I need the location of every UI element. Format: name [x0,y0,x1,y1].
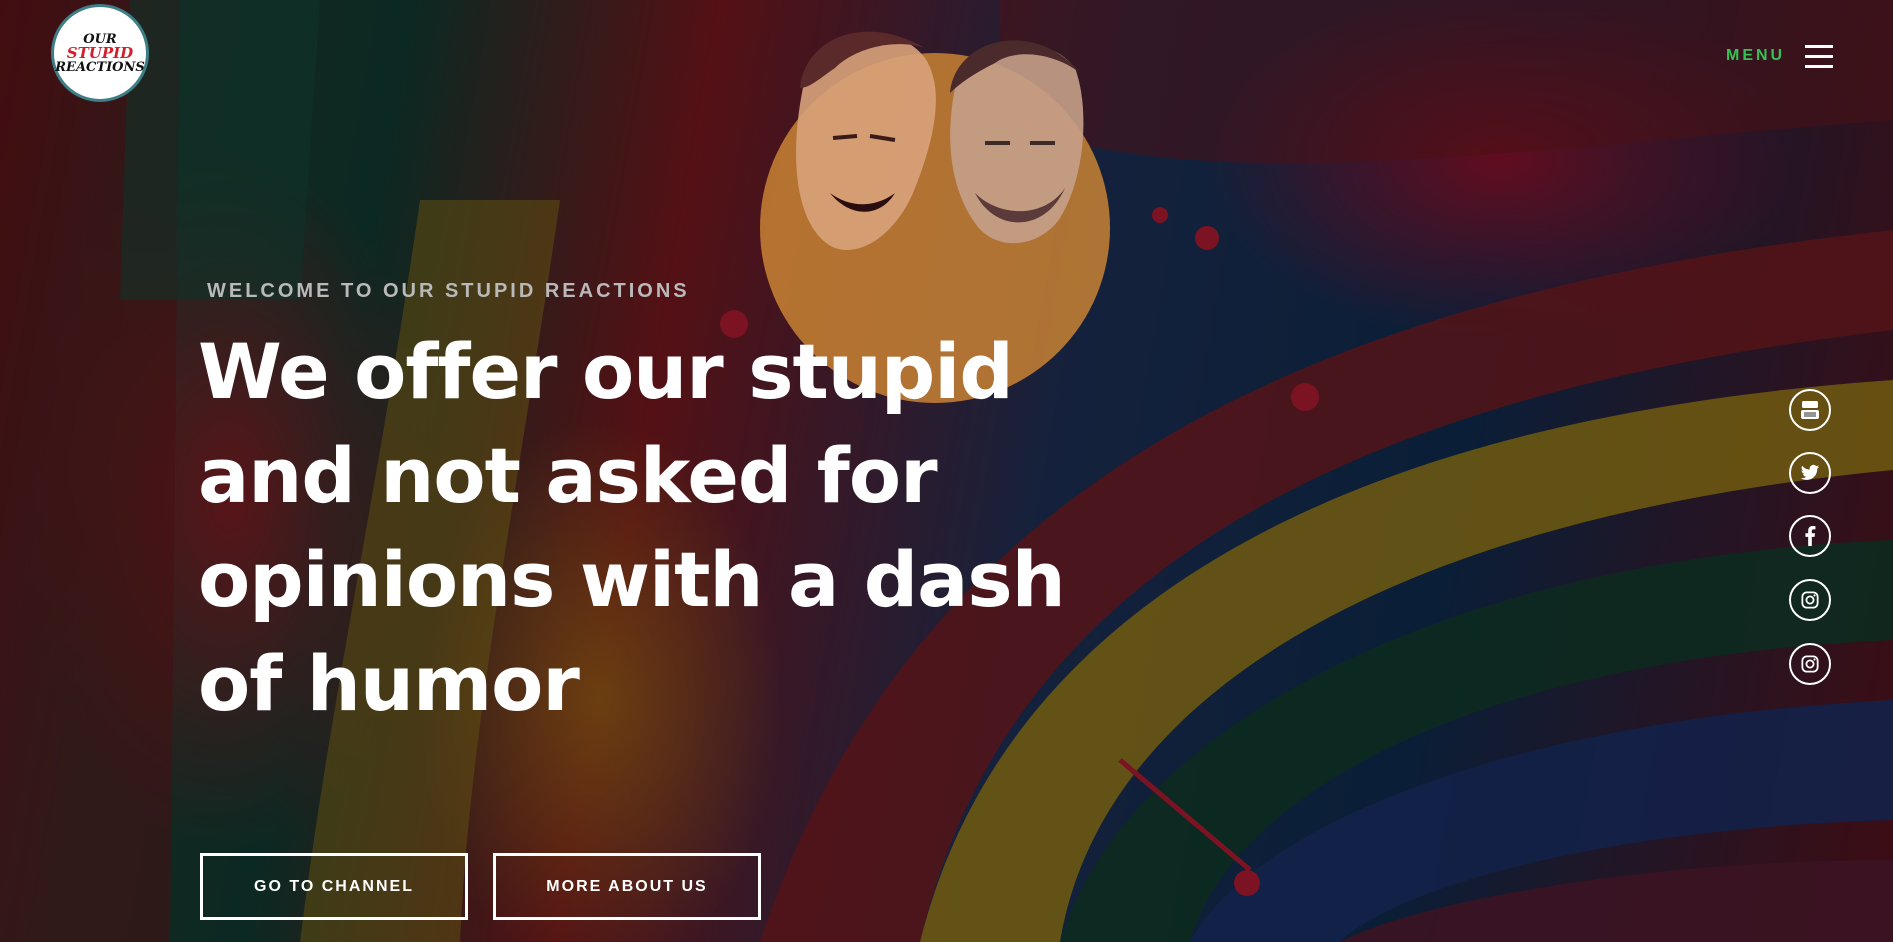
youtube-icon [1801,401,1819,419]
logo-text-reactions: REACTIONS [55,59,145,75]
facebook-link[interactable] [1789,515,1831,557]
hamburger-icon[interactable] [1805,44,1834,68]
hero-eyebrow: WELCOME TO OUR STUPID REACTIONS [207,280,690,302]
instagram-link[interactable] [1789,643,1831,685]
twitter-link[interactable] [1789,452,1831,494]
instagram-icon [1801,591,1819,609]
menu-label: MENU [1726,47,1786,64]
instagram-icon [1801,655,1819,673]
facebook-icon [1805,526,1816,546]
headline-line: and not asked for [198,431,938,520]
headline-line: of humor [198,639,580,728]
menu-toggle[interactable]: MENU [1726,44,1834,68]
go-to-channel-button[interactable]: GO TO CHANNEL [200,853,468,920]
youtube-link[interactable] [1789,389,1831,431]
headline-line: We offer our stupid [198,327,1014,416]
more-about-us-button[interactable]: MORE ABOUT US [493,853,761,920]
headline-line: opinions with a dash [198,535,1066,624]
instagram-link[interactable] [1789,579,1831,621]
logo-text-stupid: STUPID [66,43,134,62]
site-logo[interactable]: OUR STUPID REACTIONS [51,4,149,102]
twitter-icon [1800,464,1820,480]
hero-headline: We offer our stupid and not asked for op… [198,320,1078,736]
